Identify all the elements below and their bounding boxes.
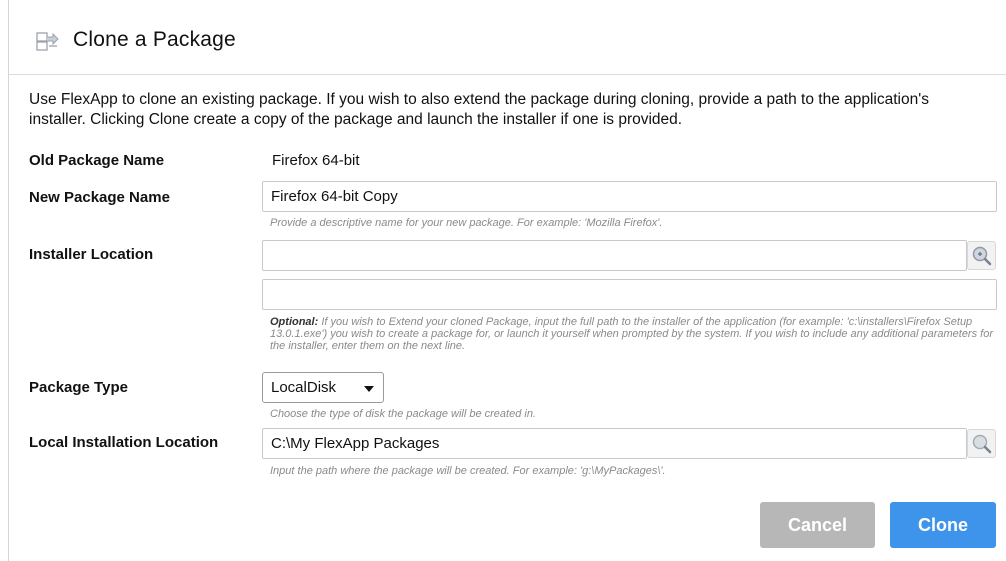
- installer-parameters-input[interactable]: [262, 279, 997, 310]
- dialog-title: Clone a Package: [73, 28, 236, 51]
- local-installation-location-help: Input the path where the package will be…: [270, 465, 666, 477]
- old-package-name-label: Old Package Name: [29, 152, 165, 169]
- package-type-help: Choose the type of disk the package will…: [270, 408, 536, 420]
- old-package-name-value: Firefox 64-bit: [272, 152, 360, 169]
- new-package-name-label: New Package Name: [29, 189, 170, 206]
- clone-button[interactable]: Clone: [890, 502, 996, 548]
- cancel-button[interactable]: Cancel: [760, 502, 875, 548]
- local-installation-location-input[interactable]: [262, 428, 967, 459]
- magnifier-icon: [972, 434, 992, 454]
- new-package-name-input[interactable]: [262, 181, 997, 212]
- local-installation-location-label: Local Installation Location: [29, 434, 219, 451]
- package-type-selected: LocalDisk: [271, 379, 337, 396]
- chevron-down-icon: [364, 386, 374, 392]
- new-package-name-help: Provide a descriptive name for your new …: [270, 217, 663, 229]
- package-clone-icon: [35, 28, 61, 54]
- dialog-header: Clone a Package: [9, 0, 1006, 75]
- package-type-select[interactable]: LocalDisk: [262, 372, 384, 403]
- magnifier-icon: [972, 246, 992, 266]
- package-type-label: Package Type: [29, 379, 128, 396]
- installer-location-help: Optional: If you wish to Extend your clo…: [270, 316, 1000, 352]
- optional-label: Optional:: [270, 316, 319, 328]
- installer-help-text: If you wish to Extend your cloned Packag…: [270, 316, 993, 352]
- installer-browse-button[interactable]: [967, 241, 996, 270]
- local-location-browse-button[interactable]: [967, 429, 996, 458]
- clone-package-dialog: Clone a Package Use FlexApp to clone an …: [8, 0, 1006, 561]
- installer-location-input[interactable]: [262, 240, 967, 271]
- intro-text: Use FlexApp to clone an existing package…: [29, 91, 929, 128]
- installer-location-label: Installer Location: [29, 246, 154, 263]
